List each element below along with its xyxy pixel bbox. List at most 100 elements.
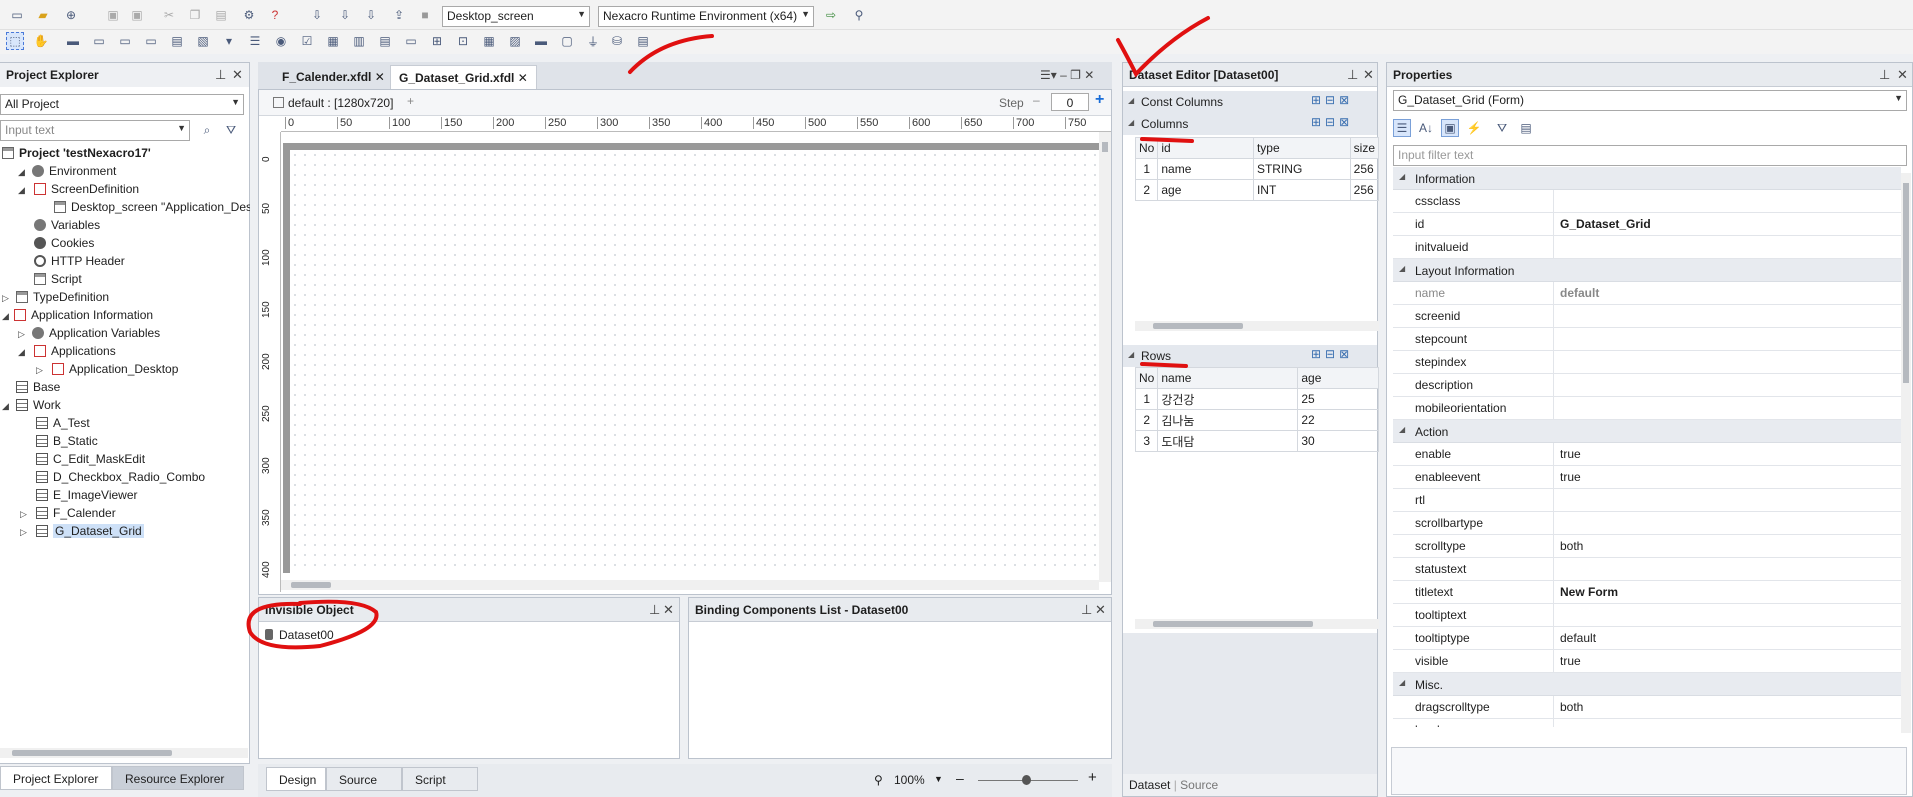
close-icon[interactable]: ✕ [1897,67,1908,83]
tree-g-dataset-grid[interactable]: G_Dataset_Grid [36,522,144,540]
generate-all-icon[interactable]: ⇩ [336,6,354,24]
property-value[interactable] [1553,512,1893,534]
copy-icon[interactable]: ❐ [186,6,204,24]
launch-icon[interactable]: ⚲ [850,6,868,24]
tab-script[interactable]: Script [402,767,478,791]
properties-view-icon[interactable]: ▣ [1441,119,1459,137]
property-value[interactable] [1553,190,1893,212]
screen-select[interactable]: Desktop_screen ▼ [442,6,590,27]
spin-component-icon[interactable]: ⊞ [428,32,446,50]
close-icon[interactable]: ✕ [232,67,243,83]
property-value[interactable]: default [1553,282,1893,304]
columns-hscrollbar[interactable] [1135,321,1379,331]
pin-icon[interactable]: ⊥ [649,602,660,618]
property-value[interactable] [1553,604,1893,626]
form-canvas[interactable] [290,150,1099,573]
columns-section[interactable]: Columns⊞⊟⊠ [1123,113,1377,135]
build-icon[interactable]: ⇩ [362,6,380,24]
step-input[interactable]: 0 [1051,93,1089,111]
zoom-out-button[interactable]: ‒ [956,770,964,786]
property-value[interactable]: New Form [1553,581,1893,603]
property-row[interactable]: titletext New Form [1393,581,1901,604]
tree-screen-definition[interactable]: ScreenDefinition [34,180,139,198]
property-value[interactable]: both [1553,696,1893,718]
property-value[interactable] [1553,351,1893,373]
property-row[interactable]: stepcount [1393,328,1901,351]
property-filter-icon[interactable]: ⛛ [1493,119,1511,137]
open-folder-icon[interactable]: ▰ [34,6,52,24]
tab-dataset[interactable]: Dataset [1129,778,1170,792]
layout-label[interactable]: default : [1280x720] [273,96,393,110]
property-row[interactable]: visible true [1393,650,1901,673]
grid-component-icon[interactable]: ▦ [324,32,342,50]
tree-variables[interactable]: Variables [34,216,100,234]
dataset-component-icon[interactable]: ⛁ [608,32,626,50]
zoom-in-button[interactable]: + [1088,769,1097,786]
rows-grid[interactable]: No name age 1 강건강 25 2 김나눔 22 3 도대담 30 [1134,367,1379,452]
static-component-icon[interactable]: ▭ [90,32,108,50]
project-search-input[interactable]: Input text ▼ [0,120,190,141]
pin-icon[interactable]: ⊥ [215,67,226,83]
groupbox-component-icon[interactable]: ⊡ [454,32,472,50]
hand-tool-icon[interactable]: ✋ [32,32,50,50]
textarea-component-icon[interactable]: ▤ [168,32,186,50]
property-row[interactable]: scrollbartype [1393,512,1901,535]
property-row[interactable]: id G_Dataset_Grid [1393,213,1901,236]
property-category[interactable]: Information [1393,167,1901,190]
deploy-icon[interactable]: ⇪ [390,6,408,24]
button-component-icon[interactable]: ▬ [64,32,82,50]
search-icon[interactable]: ⌕ [198,121,216,139]
cut-icon[interactable]: ✂ [160,6,178,24]
webbrowser-component-icon[interactable]: ▢ [558,32,576,50]
columns-grid[interactable]: No id type size 1 name STRING 256 2 age INT 256 [1134,137,1380,201]
tab-project-explorer[interactable]: Project Explorer [0,766,112,790]
property-row[interactable]: tooltiptype default [1393,627,1901,650]
property-row[interactable]: description [1393,374,1901,397]
property-grid[interactable]: Information cssclass id G_Dataset_Gridinitv… [1393,167,1901,727]
tree-b-static[interactable]: B_Static [36,432,98,450]
close-tab-icon[interactable]: ✕ [375,70,385,84]
tree-a-test[interactable]: A_Test [36,414,90,432]
progressbar-component-icon[interactable]: ▬ [532,32,550,50]
stop-icon[interactable]: ■ [416,6,434,24]
tree-d-checkbox-radio-combo[interactable]: D_Checkbox_Radio_Combo [36,468,205,486]
zoom-slider-handle[interactable] [1022,775,1031,785]
explorer-hscrollbar[interactable] [0,748,248,758]
canvas-hscrollbar[interactable] [281,580,1099,590]
imageviewer-component-icon[interactable]: ▧ [194,32,212,50]
property-row[interactable]: cssclass [1393,190,1901,213]
property-value[interactable]: both [1553,535,1893,557]
pin-icon[interactable]: ⊥ [1347,67,1358,83]
property-row[interactable]: stepindex [1393,351,1901,374]
property-row[interactable]: rtl [1393,489,1901,512]
tree-http-header[interactable]: HTTP Header [34,252,125,270]
help-icon[interactable]: ? [266,6,284,24]
property-row[interactable]: screenid [1393,305,1901,328]
tree-base[interactable]: Base [16,378,60,396]
tree-application-information[interactable]: Application Information [14,306,153,324]
categorized-view-icon[interactable]: ☰ [1393,119,1411,137]
close-tab-icon[interactable]: ✕ [518,71,528,85]
property-value[interactable] [1553,374,1893,396]
zoom-icon[interactable]: ⚲ [874,773,883,787]
generate-icon[interactable]: ⇩ [308,6,326,24]
listbox-component-icon[interactable]: ☰ [246,32,264,50]
edit-component-icon[interactable]: ▭ [116,32,134,50]
rows-hscrollbar[interactable] [1135,619,1379,629]
checkbox-component-icon[interactable]: ☑ [298,32,316,50]
menu-component-icon[interactable]: ▤ [376,32,394,50]
tab-dataset-source[interactable]: Source [1180,778,1218,792]
step-plus-button[interactable]: + [1095,91,1104,109]
tree-type-definition[interactable]: TypeDefinition [16,288,109,306]
editor-window-controls[interactable]: ☰▾ ‒ ❐ ✕ [1040,68,1094,82]
new-file-icon[interactable]: ▭ [8,6,26,24]
events-view-icon[interactable]: ⚡ [1465,119,1483,137]
radio-component-icon[interactable]: ◉ [272,32,290,50]
div-component-icon[interactable]: ▭ [402,32,420,50]
tab-resource-explorer[interactable]: Resource Explorer [112,766,244,790]
tab-source[interactable]: Source [326,767,402,791]
property-value[interactable] [1553,397,1893,419]
tab-design[interactable]: Design [266,767,326,791]
property-row[interactable]: mobileorientation [1393,397,1901,420]
const-columns-tool-icons[interactable]: ⊞⊟⊠ [1311,93,1353,107]
